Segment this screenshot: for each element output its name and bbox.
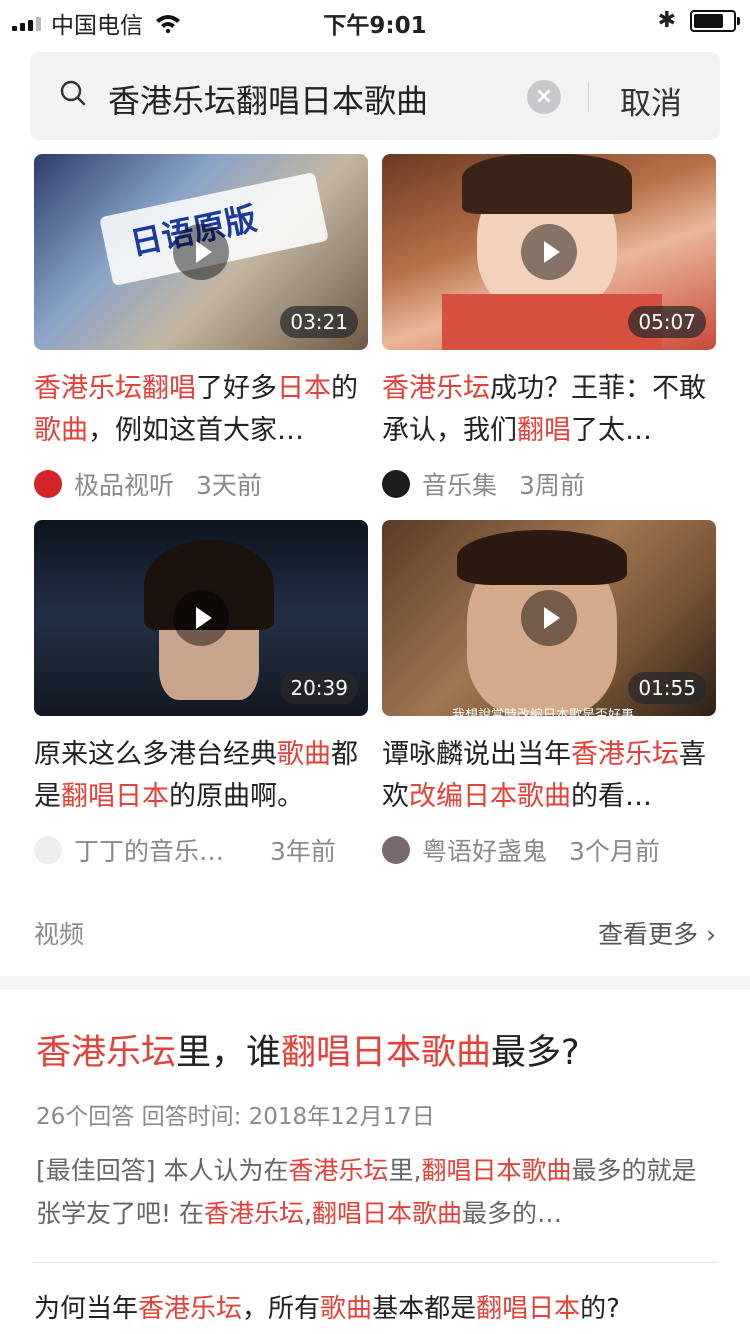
see-more-label[interactable]: 查看更多 <box>598 920 698 949</box>
text-segment: 的看… <box>571 781 652 812</box>
text-segment: 最多的… <box>461 1199 562 1228</box>
video-time: 3个月前 <box>569 837 660 866</box>
video-title[interactable]: 原来这么多港台经典歌曲都是翻唱日本的原曲啊。 <box>34 734 368 818</box>
play-icon[interactable] <box>173 590 229 646</box>
text-segment: ，所有 <box>242 1294 321 1324</box>
video-thumbnail[interactable]: 我想說當時改編日本歌是否好事 01:55 <box>382 520 716 716</box>
video-meta: 丁丁的音乐… 3年前 <box>34 832 368 868</box>
highlight-text: 翻唱 <box>517 415 571 446</box>
video-duration: 20:39 <box>280 672 358 704</box>
text-segment: 的原曲啊。 <box>169 781 304 812</box>
highlight-text: 香港乐坛 <box>138 1294 243 1324</box>
video-section-footer: 视频 查看更多 › <box>34 915 716 955</box>
search-input[interactable]: 香港乐坛翻唱日本歌曲 <box>108 76 428 122</box>
text-segment: 基本都是 <box>372 1294 477 1324</box>
chevron-right-icon: › <box>706 920 716 949</box>
see-more-link[interactable]: 查看更多 › <box>598 915 716 951</box>
video-card[interactable]: 日语原版 03:21 香港乐坛翻唱了好多日本的歌曲，例如这首大家… 极品视听 3… <box>34 154 368 502</box>
video-title[interactable]: 香港乐坛翻唱了好多日本的歌曲，例如这首大家… <box>34 368 368 452</box>
status-right: ✱ <box>657 8 740 33</box>
highlight-text: 歌曲 <box>34 415 88 446</box>
video-time: 3年前 <box>270 837 336 866</box>
highlight-text: 歌曲 <box>320 1294 373 1324</box>
text-segment: 为何当年 <box>34 1294 139 1324</box>
video-meta: 粤语好盏鬼 3个月前 <box>382 832 716 868</box>
text-segment: 了好多 <box>196 373 277 404</box>
video-source[interactable]: 音乐集 <box>422 466 497 502</box>
text-segment: , <box>304 1199 312 1228</box>
video-source[interactable]: 粤语好盏鬼 <box>422 832 547 868</box>
text-segment: 谭咏麟说出当年 <box>382 739 571 770</box>
highlight-text: 香港乐坛翻唱 <box>34 373 196 404</box>
video-duration: 01:55 <box>628 672 706 704</box>
qa-result[interactable]: 香港乐坛里，谁翻唱日本歌曲最多? 26个回答 回答时间: 2018年12月17日… <box>36 1024 716 1235</box>
video-duration: 05:07 <box>628 306 706 338</box>
video-title[interactable]: 香港乐坛成功？王菲：不敢承认，我们翻唱了太… <box>382 368 716 452</box>
clear-icon[interactable]: × <box>527 80 561 114</box>
thumbnail-subtitle: 我想說當時改編日本歌是否好事 <box>452 708 635 716</box>
highlight-text: 香港乐坛 <box>382 373 490 404</box>
battery-level <box>694 13 723 28</box>
status-time: 下午9:01 <box>323 13 427 39</box>
search-divider <box>588 82 589 112</box>
search-icon <box>60 80 86 106</box>
highlight-text: 香港乐坛 <box>288 1156 389 1185</box>
qa-title[interactable]: 香港乐坛里，谁翻唱日本歌曲最多? <box>36 1024 716 1075</box>
avatar <box>382 836 410 864</box>
thumbnail-hair <box>462 154 632 214</box>
video-card[interactable]: 我想說當時改編日本歌是否好事 01:55 谭咏麟说出当年香港乐坛喜欢改编日本歌曲… <box>382 520 716 868</box>
video-thumbnail[interactable]: 05:07 <box>382 154 716 350</box>
video-source[interactable]: 丁丁的音乐… <box>74 832 224 868</box>
text-segment: 的 <box>331 373 358 404</box>
section-label: 视频 <box>34 920 85 949</box>
highlight-text: 翻唱日本歌曲 <box>421 1156 572 1185</box>
thumbnail-hair <box>457 530 627 585</box>
video-time: 3天前 <box>196 471 262 500</box>
highlight-text: 改编日本歌曲 <box>409 781 571 812</box>
video-thumbnail[interactable]: 日语原版 03:21 <box>34 154 368 350</box>
cancel-button[interactable]: 取消 <box>620 78 682 123</box>
text-segment: 里, <box>388 1156 422 1185</box>
text-segment: 的? <box>580 1294 620 1324</box>
play-icon[interactable] <box>521 590 577 646</box>
highlight-text: 翻唱日本 <box>61 781 169 812</box>
text-segment: 原来这么多港台经典 <box>34 739 277 770</box>
video-card[interactable]: 05:07 香港乐坛成功？王菲：不敢承认，我们翻唱了太… 音乐集 3周前 <box>382 154 716 502</box>
highlight-text: 翻唱日本 <box>476 1294 581 1324</box>
video-time: 3周前 <box>519 471 585 500</box>
video-source[interactable]: 极品视听 <box>74 466 174 502</box>
highlight-text: 香港乐坛 <box>571 739 679 770</box>
text-segment: 了太… <box>571 415 652 446</box>
highlight-text: 日本 <box>277 373 331 404</box>
play-icon[interactable] <box>521 224 577 280</box>
qa-meta: 26个回答 回答时间: 2018年12月17日 <box>36 1104 435 1130</box>
video-card[interactable]: 20:39 原来这么多港台经典歌曲都是翻唱日本的原曲啊。 丁丁的音乐… 3年前 <box>34 520 368 868</box>
highlight-text: 歌曲 <box>277 739 331 770</box>
highlight-text: 翻唱日本歌曲 <box>281 1033 492 1073</box>
play-icon[interactable] <box>173 224 229 280</box>
text-segment: 最多? <box>491 1033 580 1073</box>
text-segment: [最佳回答] 本人认为在 <box>36 1156 289 1185</box>
avatar <box>34 470 62 498</box>
bluetooth-icon: ✱ <box>657 8 676 33</box>
avatar <box>382 470 410 498</box>
avatar <box>34 836 62 864</box>
video-duration: 03:21 <box>280 306 358 338</box>
video-title[interactable]: 谭咏麟说出当年香港乐坛喜欢改编日本歌曲的看… <box>382 734 716 818</box>
video-meta: 极品视听 3天前 <box>34 466 368 502</box>
qa-result-title[interactable]: 为何当年香港乐坛，所有歌曲基本都是翻唱日本的? <box>34 1288 620 1325</box>
section-separator <box>0 976 750 990</box>
highlight-text: 香港乐坛 <box>36 1033 177 1073</box>
highlight-text: 翻唱日本歌曲 <box>311 1199 462 1228</box>
search-bar[interactable]: 香港乐坛翻唱日本歌曲 × 取消 <box>30 52 720 140</box>
video-thumbnail[interactable]: 20:39 <box>34 520 368 716</box>
result-divider <box>32 1262 718 1263</box>
video-meta: 音乐集 3周前 <box>382 466 716 502</box>
text-segment: 里，谁 <box>176 1033 282 1073</box>
status-bar: 中国电信 下午9:01 ✱ <box>0 0 750 40</box>
highlight-text: 香港乐坛 <box>203 1199 304 1228</box>
qa-snippet[interactable]: [最佳回答] 本人认为在香港乐坛里,翻唱日本歌曲最多的就是张学友了吧! 在香港乐… <box>36 1149 716 1235</box>
battery-icon <box>690 9 740 32</box>
text-segment: ，例如这首大家… <box>88 415 304 446</box>
